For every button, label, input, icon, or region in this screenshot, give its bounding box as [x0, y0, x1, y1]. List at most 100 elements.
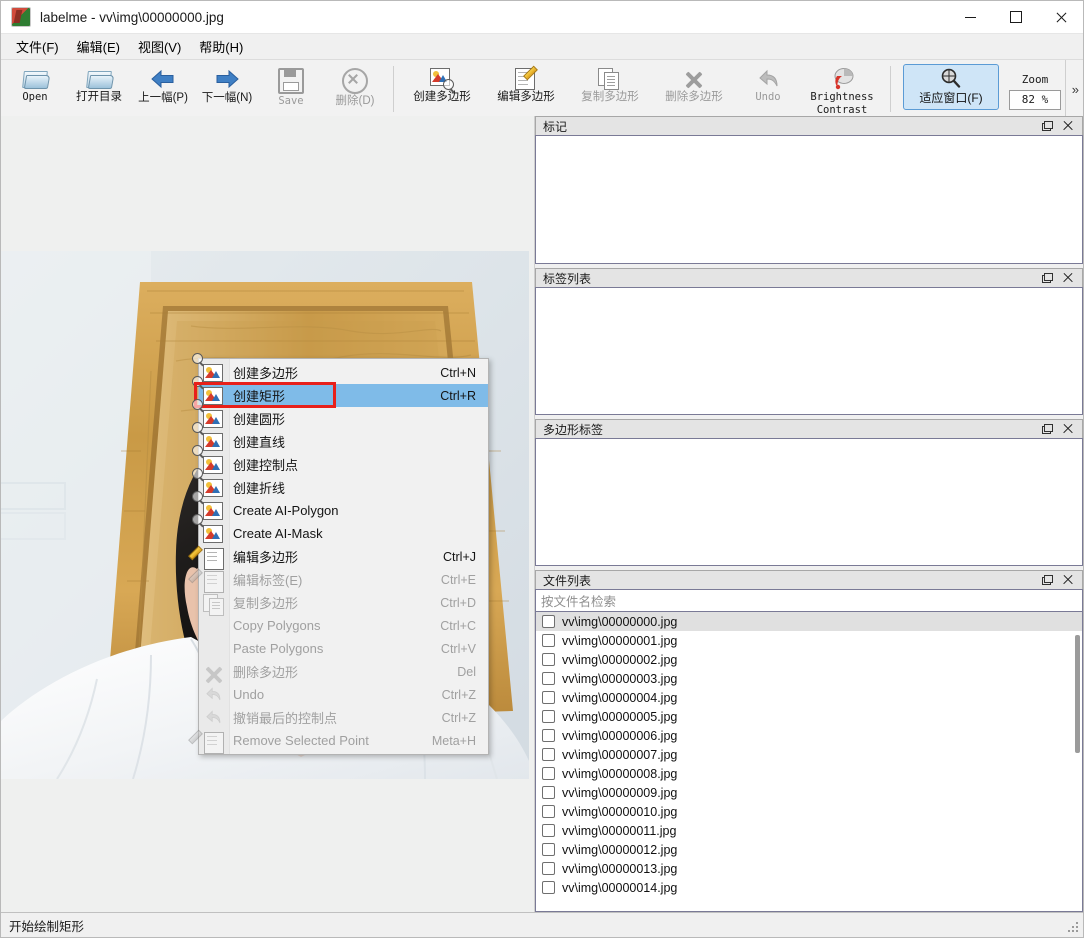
context-menu-item[interactable]: 创建圆形 [192, 398, 488, 430]
close-icon[interactable] [1062, 272, 1074, 284]
close-icon[interactable] [1062, 423, 1074, 435]
undo-arrow-icon [756, 68, 780, 90]
panel-flags-body[interactable] [535, 135, 1083, 264]
maximize-button[interactable] [993, 1, 1038, 33]
toolbar-brightness-contrast-button[interactable]: Brightness Contrast [800, 60, 884, 118]
file-list-item[interactable]: vv\img\00000006.jpg [536, 726, 1082, 745]
toolbar-create-polygon-button[interactable]: 创建多边形 [400, 60, 484, 118]
toolbar-next-image-button[interactable]: 下一幅(N) [195, 60, 259, 118]
file-list-item[interactable]: vv\img\00000005.jpg [536, 707, 1082, 726]
file-checkbox[interactable] [542, 691, 555, 704]
toolbar-open-button[interactable]: Open [3, 60, 67, 118]
context-menu-item-shortcut: Ctrl+N [440, 365, 476, 380]
context-menu-item[interactable]: Create AI-Polygon [192, 490, 488, 522]
context-menu-item[interactable]: 创建矩形 Ctrl+R [192, 375, 488, 408]
file-name-label: vv\img\00000012.jpg [562, 842, 678, 857]
toolbar-edit-polygon-button[interactable]: 编辑多边形 [484, 60, 568, 118]
file-checkbox[interactable] [542, 824, 555, 837]
menu-help[interactable]: 帮助(H) [190, 34, 252, 59]
context-menu-item[interactable]: 复制多边形 Ctrl+D [199, 591, 488, 616]
toolbar-fit-window-button[interactable]: 适应窗口(F) [903, 64, 999, 110]
float-icon[interactable] [1040, 423, 1053, 435]
file-list-item[interactable]: vv\img\00000012.jpg [536, 840, 1082, 859]
close-icon[interactable] [1062, 574, 1074, 586]
toolbar-prev-image-button[interactable]: 上一幅(P) [131, 60, 195, 118]
context-menu-item[interactable]: Undo Ctrl+Z [199, 683, 488, 706]
menu-edit[interactable]: 编辑(E) [68, 34, 129, 59]
file-checkbox[interactable] [542, 672, 555, 685]
file-checkbox[interactable] [542, 729, 555, 742]
file-list-item[interactable]: vv\img\00000001.jpg [536, 631, 1082, 650]
context-menu-item[interactable]: Paste Polygons Ctrl+V [199, 637, 488, 660]
resize-grip-icon[interactable] [1068, 922, 1080, 934]
toolbar-undo-button[interactable]: Undo [736, 60, 800, 118]
close-icon[interactable] [1062, 120, 1074, 132]
context-menu-item[interactable]: 撤销最后的控制点 Ctrl+Z [199, 706, 488, 729]
file-checkbox[interactable] [542, 634, 555, 647]
panel-polygon-labels-body[interactable] [535, 438, 1083, 566]
toolbar-save-button[interactable]: Save [259, 60, 323, 118]
toolbar-copy-polygon-button[interactable]: 复制多边形 [568, 60, 652, 118]
panel-polygon-labels-header: 多边形标签 [535, 419, 1083, 438]
status-bar: 开始绘制矩形 [1, 912, 1083, 937]
file-list-item[interactable]: vv\img\00000013.jpg [536, 859, 1082, 878]
file-list[interactable]: vv\img\00000000.jpg vv\img\00000001.jpg vv… [536, 612, 1082, 897]
toolbar-delete-button[interactable]: 删除(D) [323, 60, 387, 118]
float-icon[interactable] [1040, 272, 1053, 284]
file-list-item[interactable]: vv\img\00000008.jpg [536, 764, 1082, 783]
file-list-item[interactable]: vv\img\00000002.jpg [536, 650, 1082, 669]
file-name-label: vv\img\00000001.jpg [562, 633, 678, 648]
context-menu-item[interactable]: Copy Polygons Ctrl+C [199, 614, 488, 637]
menu-file[interactable]: 文件(F) [7, 34, 68, 59]
context-menu-item-label: 复制多边形 [233, 596, 299, 611]
file-list-item[interactable]: vv\img\00000014.jpg [536, 878, 1082, 897]
file-list-scrollbar[interactable] [1075, 615, 1080, 894]
toolbar-open-dir-button[interactable]: 打开目录 [67, 60, 131, 118]
file-checkbox[interactable] [542, 767, 555, 780]
file-checkbox[interactable] [542, 653, 555, 666]
file-list-item[interactable]: vv\img\00000007.jpg [536, 745, 1082, 764]
toolbar-open-dir-label: 打开目录 [76, 91, 122, 103]
file-checkbox[interactable] [542, 786, 555, 799]
float-icon[interactable] [1040, 574, 1053, 586]
file-list-item[interactable]: vv\img\00000009.jpg [536, 783, 1082, 802]
context-menu-item-label: Remove Selected Point [233, 733, 369, 748]
context-menu-item[interactable]: 删除多边形 Del [199, 660, 488, 683]
file-list-item[interactable]: vv\img\00000011.jpg [536, 821, 1082, 840]
panel-file-list-body: 按文件名检索 vv\img\00000000.jpg vv\img\0000000… [535, 589, 1083, 912]
file-list-item[interactable]: vv\img\00000010.jpg [536, 802, 1082, 821]
float-icon[interactable] [1040, 120, 1053, 132]
create-point-icon [192, 444, 225, 474]
duplicate-polygon-icon [203, 593, 225, 616]
close-button[interactable] [1038, 1, 1083, 33]
minimize-button[interactable] [948, 1, 993, 33]
context-menu-item[interactable]: 创建直线 [192, 421, 488, 453]
context-menu-item[interactable]: 创建折线 [192, 467, 488, 499]
context-menu-item[interactable]: Create AI-Mask [192, 513, 488, 545]
file-checkbox[interactable] [542, 748, 555, 761]
file-checkbox[interactable] [542, 710, 555, 723]
file-list-item[interactable]: vv\img\00000004.jpg [536, 688, 1082, 707]
file-checkbox[interactable] [542, 862, 555, 875]
menu-view[interactable]: 视图(V) [129, 34, 190, 59]
file-list-item[interactable]: vv\img\00000000.jpg [536, 612, 1082, 631]
zoom-value-input[interactable]: 82 % [1009, 89, 1061, 110]
file-list-item[interactable]: vv\img\00000003.jpg [536, 669, 1082, 688]
file-checkbox[interactable] [542, 615, 555, 628]
canvas-context-menu[interactable]: 创建多边形 Ctrl+N 创建矩形 Ctrl+R 创建圆形 创建直线 创建控制点 创建折线 Cr… [188, 352, 489, 755]
scrollbar-thumb[interactable] [1075, 635, 1080, 753]
panel-label-list-body[interactable] [535, 287, 1083, 415]
context-menu-item[interactable]: 编辑多边形 Ctrl+J [188, 545, 488, 570]
context-menu-item[interactable]: 创建多边形 Ctrl+N [192, 352, 488, 384]
edit-polygon-icon [514, 65, 538, 90]
panel-file-list-title: 文件列表 [543, 573, 592, 588]
context-menu-item[interactable]: 编辑标签(E) Ctrl+E [188, 568, 488, 593]
file-search-input[interactable]: 按文件名检索 [536, 590, 1082, 612]
file-checkbox[interactable] [542, 843, 555, 856]
file-checkbox[interactable] [542, 805, 555, 818]
context-menu-item[interactable]: Remove Selected Point Meta+H [188, 729, 488, 754]
file-checkbox[interactable] [542, 881, 555, 894]
context-menu-item[interactable]: 创建控制点 [192, 444, 488, 476]
toolbar-overflow-button[interactable]: » [1064, 60, 1079, 118]
toolbar-delete-polygon-button[interactable]: 删除多边形 [652, 60, 736, 118]
